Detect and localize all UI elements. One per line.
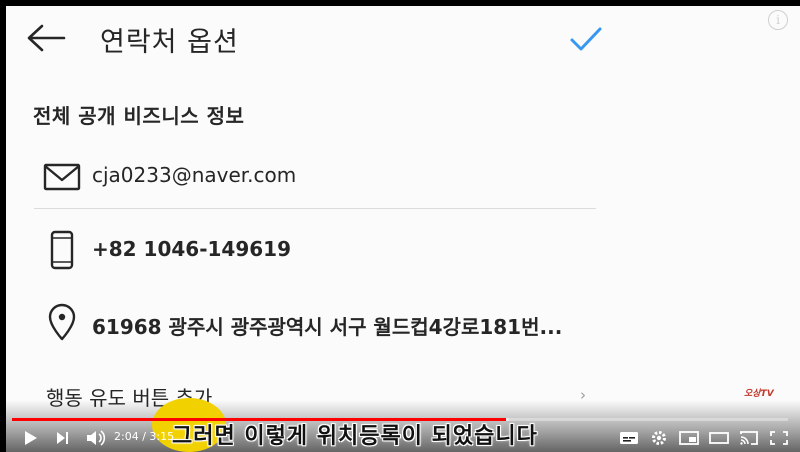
phone-icon [50,230,74,270]
confirm-button[interactable] [566,22,606,56]
page-title: 연락처 옵션 [100,27,239,58]
cast-icon[interactable] [738,426,760,450]
checkmark-icon [570,27,602,51]
current-time: 2:04 [114,430,139,443]
time-display: 2:04 / 3:15 [114,430,174,443]
address-row[interactable]: 61968 광주시 광주광역시 서구 월드컵4강로181번... [6,294,626,354]
miniplayer-icon[interactable] [678,426,700,450]
info-icon[interactable]: i [768,10,788,30]
progress-bar[interactable] [12,418,788,421]
time-separator: / [138,430,150,443]
email-row[interactable]: cja0233@naver.com [6,146,626,206]
divider [34,208,596,209]
volume-icon[interactable] [84,426,106,450]
progress-played [12,418,506,421]
back-button[interactable] [24,18,68,58]
next-icon[interactable] [52,426,72,450]
phone-row[interactable]: +82 1046-149619 [6,216,626,276]
section-title: 전체 공개 비즈니스 정보 [33,104,245,128]
app-header: 연락처 옵션 [6,6,626,70]
back-arrow-icon [27,24,66,52]
email-value: cja0233@naver.com [92,163,297,187]
video-player[interactable]: 연락처 옵션 i 전체 공개 비즈니스 정보 cja0233@naver.com [0,0,800,452]
subtitles-icon[interactable] [618,426,640,450]
phone-screen: 연락처 옵션 i 전체 공개 비즈니스 정보 cja0233@naver.com [6,6,800,452]
duration: 3:15 [149,430,175,443]
play-icon[interactable] [20,426,40,450]
phone-value: +82 1046-149619 [92,237,292,261]
settings-icon[interactable] [648,426,670,450]
address-value: 61968 광주시 광주광역시 서구 월드컵4강로181번... [92,315,563,339]
location-pin-icon [48,303,76,341]
fullscreen-icon[interactable] [768,426,790,450]
channel-watermark: 오상TV [744,389,774,399]
mail-icon [43,163,81,191]
player-controls: 2:04 / 3:15 [0,424,800,452]
theater-icon[interactable] [708,426,730,450]
